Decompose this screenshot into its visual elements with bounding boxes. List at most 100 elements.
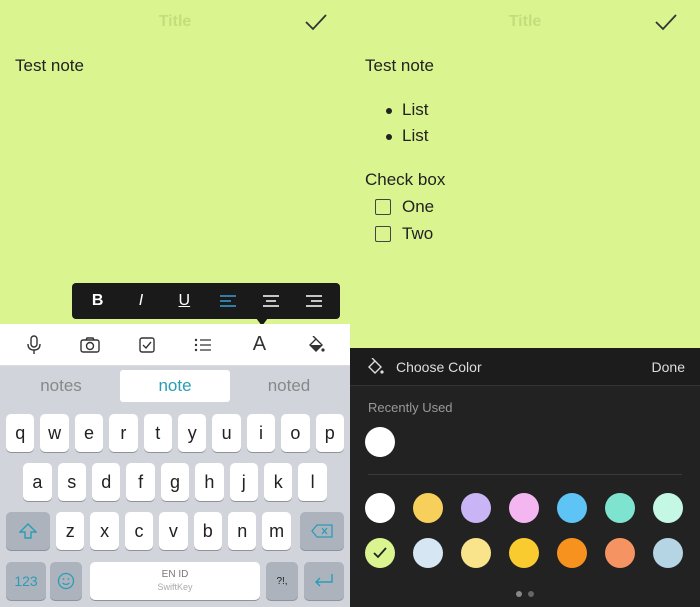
suggestion-noted[interactable]: noted <box>234 370 344 402</box>
suggestion-notes[interactable]: notes <box>6 370 116 402</box>
note-body[interactable]: Test note <box>15 56 84 76</box>
font-icon: A <box>252 333 267 355</box>
key-v[interactable]: v <box>159 512 188 550</box>
key-c[interactable]: c <box>124 512 154 550</box>
list-button[interactable] <box>188 330 218 360</box>
return-key[interactable] <box>304 562 344 600</box>
checkbox-icon[interactable] <box>375 226 391 242</box>
microphone-button[interactable] <box>19 330 49 360</box>
key-k[interactable]: k <box>264 463 293 501</box>
key-x[interactable]: x <box>90 512 119 550</box>
key-p[interactable]: p <box>315 414 344 452</box>
color-swatch-pale-yellow[interactable] <box>461 538 491 568</box>
key-t[interactable]: t <box>143 414 172 452</box>
suggestion-note[interactable]: note <box>120 370 230 402</box>
emoji-key[interactable] <box>50 562 82 600</box>
align-center-button[interactable] <box>256 287 286 315</box>
shift-key[interactable] <box>6 512 50 550</box>
list-item[interactable]: List <box>386 126 428 146</box>
color-swatch-salmon[interactable] <box>605 538 635 568</box>
space-key-label: EN ID <box>161 569 189 580</box>
emoji-icon <box>57 572 75 590</box>
key-u[interactable]: u <box>212 414 241 452</box>
color-swatch-mint[interactable] <box>653 493 683 523</box>
checkbox-icon[interactable] <box>375 199 391 215</box>
accessory-bar: A <box>0 324 350 366</box>
bold-button[interactable]: B <box>83 287 113 315</box>
right-screen: Title Test note List List Check box One … <box>350 0 700 607</box>
color-swatch-yellow[interactable] <box>509 538 539 568</box>
color-swatch-sky[interactable] <box>557 493 587 523</box>
key-e[interactable]: e <box>74 414 104 452</box>
key-i[interactable]: i <box>246 414 276 452</box>
return-icon <box>315 574 333 587</box>
key-s[interactable]: s <box>57 463 86 501</box>
camera-icon <box>80 336 101 353</box>
color-swatch-teal[interactable] <box>605 493 635 523</box>
backspace-icon <box>311 524 333 538</box>
key-w[interactable]: w <box>40 414 69 452</box>
swiftkey-logo: SwiftKey <box>157 582 193 592</box>
keyboard: notes note noted qwertyuiop asdfghjkl zxcv… <box>0 366 350 607</box>
key-b[interactable]: b <box>193 512 222 550</box>
color-swatch-pale-blue[interactable] <box>413 538 443 568</box>
divider <box>368 474 682 475</box>
backspace-key[interactable] <box>300 512 344 550</box>
microphone-icon <box>27 334 41 354</box>
key-r[interactable]: r <box>109 414 138 452</box>
key-l[interactable]: l <box>298 463 327 501</box>
note-title[interactable]: Title <box>350 13 700 31</box>
color-swatch-powder-blue[interactable] <box>653 538 683 568</box>
color-swatch-white[interactable] <box>365 493 395 523</box>
key-a[interactable]: a <box>23 463 52 501</box>
checkmark-icon[interactable] <box>304 12 328 32</box>
list-item-label: List <box>402 126 429 145</box>
color-picker: Choose Color Done Recently Used <box>350 348 700 607</box>
paint-bucket-button[interactable] <box>301 330 331 360</box>
key-q[interactable]: q <box>6 414 35 452</box>
align-right-button[interactable] <box>299 287 329 315</box>
page-dot[interactable] <box>516 591 522 597</box>
key-n[interactable]: n <box>228 512 257 550</box>
key-d[interactable]: d <box>92 463 121 501</box>
list-item[interactable]: List <box>386 100 428 120</box>
key-m[interactable]: m <box>262 512 291 550</box>
checkbox-item[interactable]: Two <box>375 224 433 244</box>
checkbox-heading[interactable]: Check box <box>365 170 445 190</box>
checkmark-icon <box>373 547 387 559</box>
key-o[interactable]: o <box>281 414 310 452</box>
align-left-button[interactable] <box>213 287 243 315</box>
recently-used-label: Recently Used <box>368 400 453 415</box>
italic-button[interactable]: I <box>126 287 156 315</box>
checkbox-label: Two <box>402 224 434 243</box>
color-swatch-lime-selected[interactable] <box>365 538 395 568</box>
checkbox-item[interactable]: One <box>375 197 434 217</box>
underline-button[interactable]: U <box>169 287 199 315</box>
list-item-label: List <box>402 100 429 119</box>
punctuation-key[interactable]: ?!, <box>266 562 298 600</box>
checkmark-icon[interactable] <box>654 12 678 32</box>
key-f[interactable]: f <box>126 463 155 501</box>
page-dot[interactable] <box>528 591 534 597</box>
color-swatch-recent-white[interactable] <box>365 427 395 457</box>
paint-bucket-icon <box>368 358 384 374</box>
checkbox-icon <box>139 336 155 353</box>
note-body[interactable]: Test note <box>365 56 434 76</box>
key-y[interactable]: y <box>178 414 207 452</box>
key-j[interactable]: j <box>229 463 258 501</box>
color-swatch-amber[interactable] <box>413 493 443 523</box>
font-button[interactable]: A <box>244 330 274 360</box>
camera-button[interactable] <box>75 330 105 360</box>
done-button[interactable]: Done <box>652 359 685 375</box>
space-key[interactable]: EN ID SwiftKey <box>90 562 260 600</box>
key-h[interactable]: h <box>195 463 224 501</box>
key-z[interactable]: z <box>56 512 85 550</box>
format-toolbar: B I U <box>72 283 340 319</box>
color-swatch-pink[interactable] <box>509 493 539 523</box>
color-swatch-orange[interactable] <box>557 538 587 568</box>
color-swatch-lavender[interactable] <box>461 493 491 523</box>
note-title[interactable]: Title <box>0 13 350 31</box>
checkbox-button[interactable] <box>132 330 162 360</box>
numbers-key[interactable]: 123 <box>6 562 46 600</box>
key-g[interactable]: g <box>160 463 190 501</box>
